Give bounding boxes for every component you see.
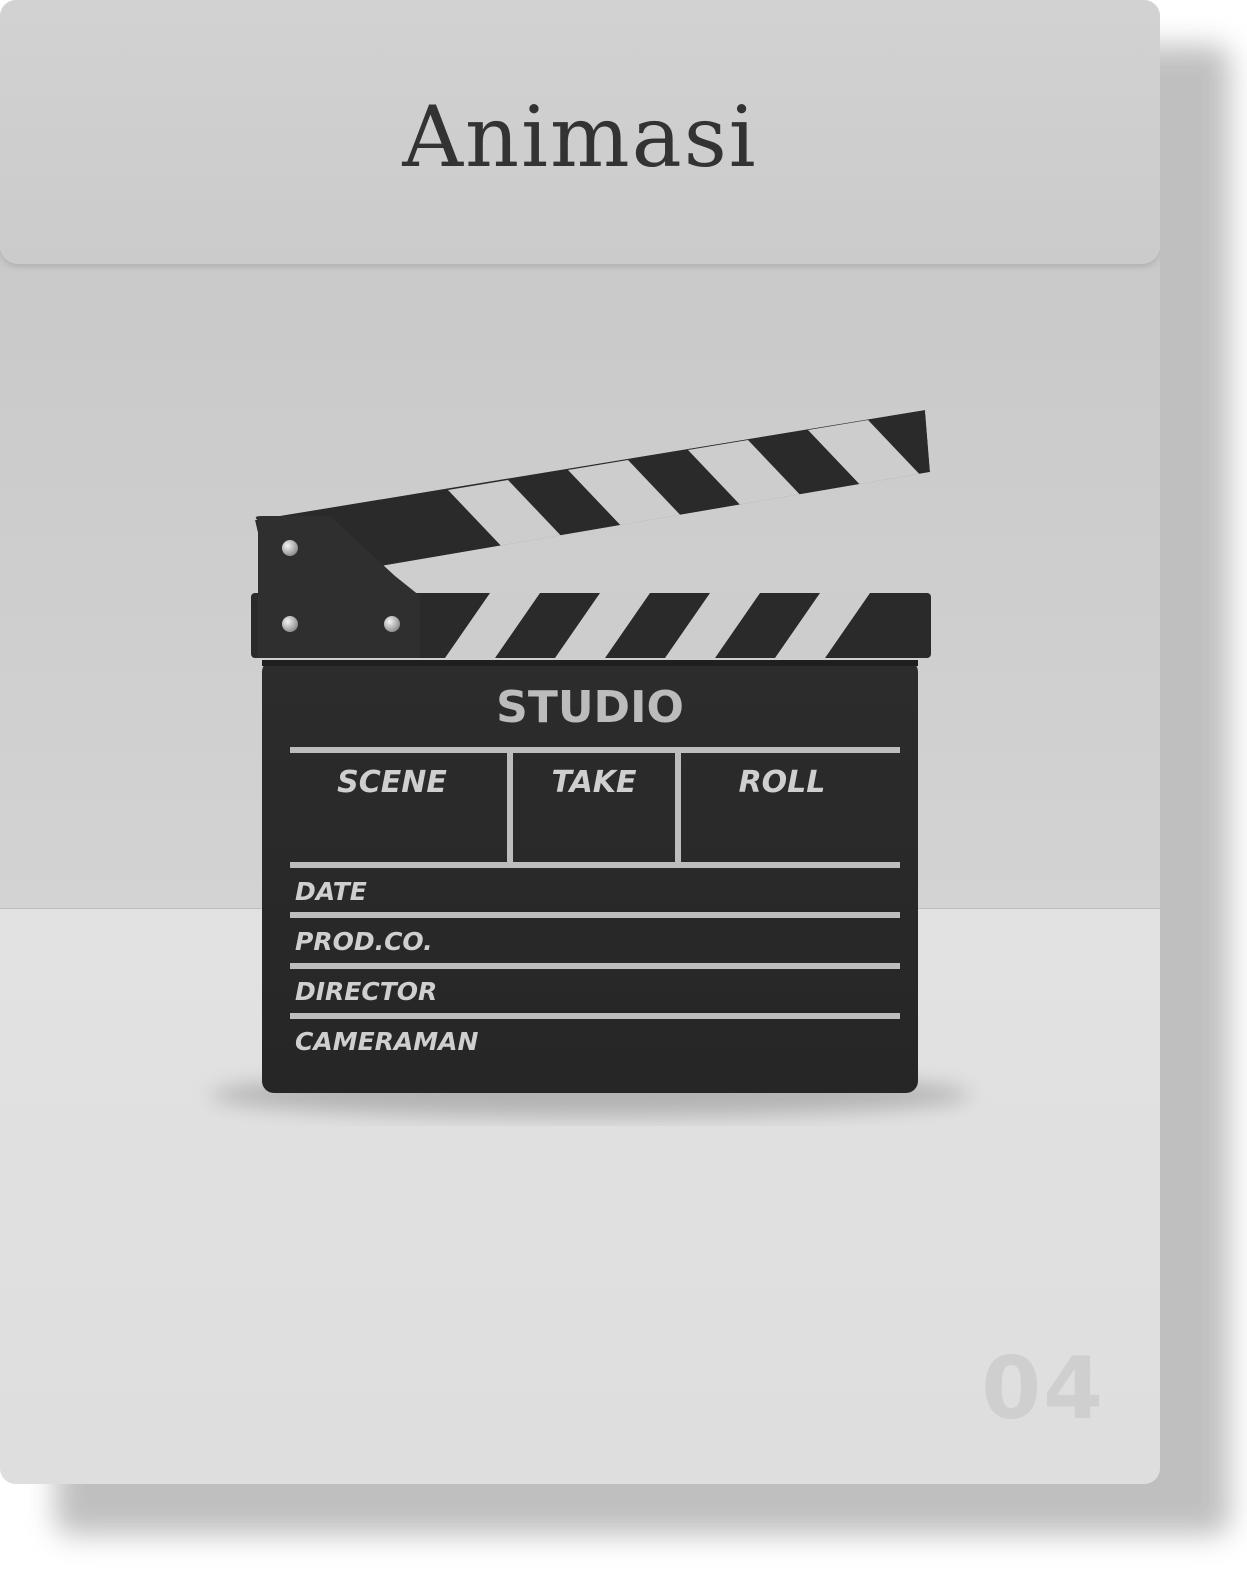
slate-row-prodco: PROD.CO. bbox=[295, 927, 433, 956]
slate-row-cameraman: CAMERAMAN bbox=[295, 1027, 478, 1056]
card-header: Animasi bbox=[0, 0, 1160, 264]
category-card[interactable]: Animasi STUDIO SCENE TAKE ROLL DATE PROD… bbox=[0, 0, 1160, 1484]
rivet bbox=[282, 616, 298, 632]
slate-column-scene: SCENE bbox=[337, 765, 447, 800]
rivet bbox=[384, 616, 400, 632]
slate-row-date: DATE bbox=[295, 877, 367, 906]
slate-column-roll: ROLL bbox=[739, 765, 826, 800]
slate-heading: STUDIO bbox=[496, 682, 684, 733]
slate-column-take: TAKE bbox=[551, 765, 637, 800]
slate-row-director: DIRECTOR bbox=[295, 977, 437, 1006]
card-title: Animasi bbox=[402, 88, 758, 186]
rivet bbox=[282, 540, 298, 556]
